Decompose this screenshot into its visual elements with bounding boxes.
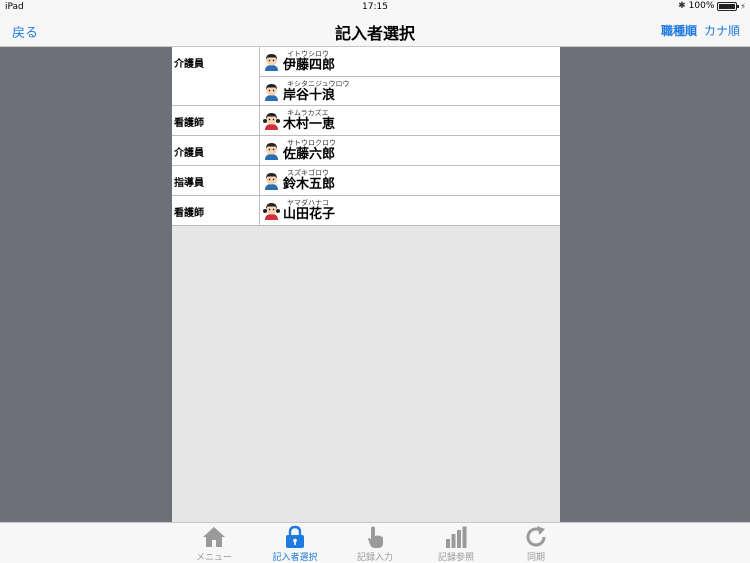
role-label: 看護師	[172, 196, 260, 225]
sync-icon	[526, 526, 546, 547]
tab-bar: メニュー 記入者選択 記録入力 記録参照 同期	[0, 522, 750, 563]
charging-icon: ⚡	[740, 1, 746, 11]
male-avatar-icon	[265, 143, 278, 160]
tab-writer-select[interactable]: 記入者選択	[257, 525, 333, 563]
staff-kana: キムラカズエ	[287, 109, 329, 117]
table-row: 指導員 スズキゴロウ 鈴木五郎	[172, 165, 560, 195]
status-bar: iPad 17:15 ✱ 100% ⚡	[0, 0, 750, 14]
role-label: 介護員	[172, 47, 260, 105]
female-avatar-icon	[263, 113, 280, 130]
female-avatar-icon	[263, 203, 280, 220]
home-icon	[203, 527, 225, 547]
staff-item[interactable]: ヤマダハナコ 山田花子	[260, 196, 560, 225]
status-right: ✱ 100% ⚡	[678, 1, 746, 11]
hand-pointer-icon	[368, 526, 383, 548]
staff-item[interactable]: スズキゴロウ 鈴木五郎	[260, 166, 560, 195]
staff-name: 木村一恵	[283, 117, 336, 132]
male-avatar-icon	[265, 54, 278, 71]
staff-kana: スズキゴロウ	[287, 169, 329, 177]
sort-by-kana-button[interactable]: カナ順	[704, 22, 740, 39]
male-avatar-icon	[265, 173, 278, 190]
tab-record-view[interactable]: 記録参照	[418, 525, 494, 563]
tab-record-input[interactable]: 記録入力	[337, 525, 413, 563]
sort-by-role-button[interactable]: 職種順	[661, 22, 697, 39]
staff-name: 岸谷十浪	[283, 87, 336, 103]
page-title: 記入者選択	[334, 24, 415, 43]
content-panel: 介護員 イトウシロウ 伊藤四郎 キシタニジュウロウ 岸谷十浪 看護師 キムラカズエ木…	[172, 47, 560, 522]
staff-name: 山田花子	[283, 207, 336, 222]
lock-icon	[286, 525, 304, 548]
staff-name: 鈴木五郎	[283, 177, 336, 192]
staff-kana: ヤマダハナコ	[287, 199, 329, 207]
bar-chart-icon	[446, 526, 467, 548]
staff-table: 介護員 イトウシロウ 伊藤四郎 キシタニジュウロウ 岸谷十浪 看護師 キムラカズエ木…	[172, 47, 560, 226]
sort-controls: 職種順 カナ順	[661, 22, 740, 39]
staff-name: 伊藤四郎	[283, 58, 336, 73]
tab-label: メニュー	[195, 553, 232, 563]
battery-percent: 100%	[688, 1, 715, 11]
tab-label: 記録入力	[356, 553, 393, 563]
battery-icon	[717, 1, 740, 11]
staff-name: 佐藤六郎	[283, 147, 336, 162]
tab-label: 記入者選択	[272, 553, 318, 563]
staff-kana: サトウロクロウ	[287, 139, 336, 147]
clock: 17:15	[362, 2, 388, 12]
role-label: 指導員	[172, 166, 260, 195]
tab-label: 記録参照	[437, 553, 474, 563]
staff-item[interactable]: サトウロクロウ 佐藤六郎	[260, 136, 560, 165]
male-avatar-icon	[265, 83, 278, 101]
tab-sync[interactable]: 同期	[498, 525, 574, 563]
staff-item[interactable]: キムラカズエ 木村一恵	[260, 106, 560, 135]
table-row: 介護員 イトウシロウ 伊藤四郎 キシタニジュウロウ 岸谷十浪	[172, 47, 560, 105]
table-row: 看護師 キムラカズエ 木村一恵	[172, 105, 560, 135]
role-label: 看護師	[172, 106, 260, 135]
role-label: 介護員	[172, 136, 260, 165]
staff-item[interactable]: イトウシロウ 伊藤四郎	[260, 47, 560, 76]
navigation-bar: 戻る 記入者選択 職種順 カナ順	[0, 14, 750, 47]
staff-kana: イトウシロウ	[287, 50, 329, 58]
bluetooth-icon: ✱	[678, 1, 686, 11]
staff-item[interactable]: キシタニジュウロウ 岸谷十浪	[260, 76, 560, 105]
table-row: 介護員 サトウロクロウ 佐藤六郎	[172, 135, 560, 165]
staff-kana: キシタニジュウロウ	[287, 79, 350, 88]
table-row: 看護師 ヤマダハナコ 山田花子	[172, 195, 560, 225]
tab-label: 同期	[526, 553, 545, 563]
tab-menu[interactable]: メニュー	[176, 525, 252, 563]
